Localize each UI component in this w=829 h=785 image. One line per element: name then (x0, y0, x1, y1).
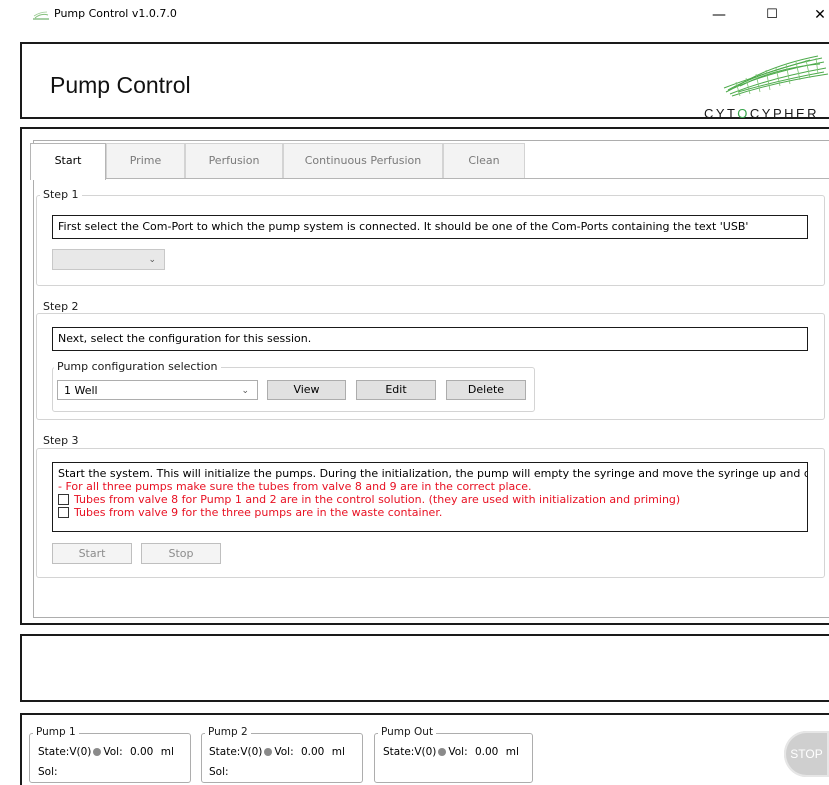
pump2-status-dot-icon (264, 748, 273, 756)
step2-instruction: Next, select the configuration for this … (52, 327, 808, 351)
window-titlebar: Pump Control v1.0.7.0 — ☐ ✕ (18, 0, 829, 32)
pump2-state-row: State:V(0) Vol: 0.00 ml (209, 746, 345, 758)
app-icon (33, 11, 49, 20)
check1-label: Tubes from valve 8 for Pump 1 and 2 are … (74, 493, 681, 506)
close-button[interactable]: ✕ (808, 4, 829, 26)
pump1-vol-unit: ml (160, 746, 174, 758)
message-panel (20, 634, 829, 702)
step2-legend: Step 2 (40, 300, 82, 313)
config-select[interactable]: 1 Well ⌄ (57, 380, 258, 400)
step1-legend: Step 1 (40, 188, 82, 201)
pump1-status-dot-icon (93, 748, 102, 756)
pump1-state-row: State:V(0) Vol: 0.00 ml (38, 746, 174, 758)
config-select-value: 1 Well (64, 384, 98, 397)
check1-row: Tubes from valve 8 for Pump 1 and 2 are … (58, 493, 802, 506)
pump-out-vol-value: 0.00 (474, 746, 499, 758)
step1-group (36, 195, 825, 286)
step3-instruction-box: Start the system. This will initialize t… (52, 462, 808, 532)
view-button[interactable]: View (267, 380, 346, 400)
company-logo-text: CYTOCYPHER (704, 106, 820, 121)
maximize-button[interactable]: ☐ (760, 4, 784, 26)
tab-perfusion[interactable]: Perfusion (185, 143, 283, 179)
step3-legend: Step 3 (40, 434, 82, 447)
tab-divider (30, 178, 829, 179)
pump1-state: State:V(0) (38, 746, 92, 758)
com-port-select[interactable]: ⌄ (52, 249, 165, 270)
pump-out-vol-label: Vol: (448, 746, 468, 758)
pump-out-state-row: State:V(0) Vol: 0.00 ml (383, 746, 519, 758)
page-title: Pump Control (50, 72, 191, 98)
tab-start[interactable]: Start (30, 143, 106, 180)
pump1-sol-label: Sol: (38, 766, 58, 778)
delete-button[interactable]: Delete (446, 380, 526, 400)
tab-prime[interactable]: Prime (106, 143, 185, 179)
app-header: Pump Control CYTOCYPHER (20, 42, 829, 121)
tab-continuous-perfusion[interactable]: Continuous Perfusion (283, 143, 443, 179)
check1-checkbox[interactable] (58, 494, 69, 505)
step1-instruction: First select the Com-Port to which the p… (52, 215, 808, 239)
logo-grass-icon (723, 55, 829, 97)
pump2-name: Pump 2 (205, 726, 251, 738)
start-button[interactable]: Start (52, 543, 132, 564)
pump1-vol-value: 0.00 (129, 746, 154, 758)
pump2-vol-value: 0.00 (300, 746, 325, 758)
pump2-vol-label: Vol: (274, 746, 294, 758)
pump2-sol-label: Sol: (209, 766, 229, 778)
pump-out-status (374, 733, 533, 783)
step3-warning: - For all three pumps make sure the tube… (58, 480, 532, 493)
check2-checkbox[interactable] (58, 507, 69, 518)
chevron-down-icon: ⌄ (241, 386, 249, 396)
pump2-vol-unit: ml (331, 746, 345, 758)
check2-row: Tubes from valve 9 for the three pumps a… (58, 506, 802, 519)
stop-init-button[interactable]: Stop (141, 543, 221, 564)
pump1-vol-label: Vol: (103, 746, 123, 758)
pump-out-status-dot-icon (438, 748, 447, 756)
pump-out-state: State:V(0) (383, 746, 437, 758)
pump-out-vol-unit: ml (505, 746, 519, 758)
tab-clean[interactable]: Clean (443, 143, 525, 179)
check2-label: Tubes from valve 9 for the three pumps a… (74, 506, 443, 519)
pump2-state: State:V(0) (209, 746, 263, 758)
config-selection-legend: Pump configuration selection (54, 360, 221, 373)
edit-button[interactable]: Edit (356, 380, 436, 400)
emergency-stop-button[interactable]: STOP (784, 731, 829, 777)
step3-instruction: Start the system. This will initialize t… (58, 467, 808, 480)
minimize-button[interactable]: — (707, 4, 731, 26)
pump-out-name: Pump Out (378, 726, 437, 738)
pump1-name: Pump 1 (33, 726, 79, 738)
window-title: Pump Control v1.0.7.0 (54, 7, 177, 20)
chevron-down-icon: ⌄ (148, 255, 156, 265)
